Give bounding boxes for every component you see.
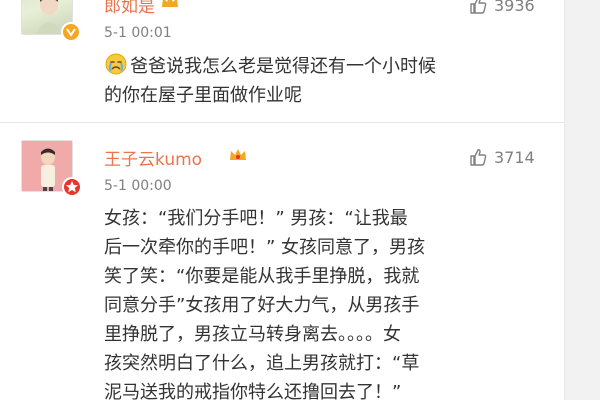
crying-face-icon [105,53,127,75]
comment-text-line: 后一次牵你的手吧！” 女孩同意了，男孩 [104,237,426,258]
like-count: 3714 [494,148,535,167]
like-count: 3936 [494,0,535,15]
comment-text: 女孩：“我们分手吧！” 男孩：“让我最 后一次牵你的手吧！” 女孩同意了，男孩 … [104,204,425,400]
crown-icon [162,0,178,7]
comment-text-line: 孩突然明白了什么，追上男孩就打：“草 [104,353,420,374]
like-button[interactable]: 3936 [468,0,535,15]
user-name[interactable]: 郎如是 [104,0,155,17]
comment-time: 5-1 00:00 [104,178,172,194]
verified-badge-icon [62,177,82,197]
comment-item: 郎如是 3936 5-1 00:01 爸爸说我怎么老是觉得还有一个小时候 的你在… [0,0,564,122]
comment-text-line: 里挣脱了，男孩立马转身离去。。。。女 [104,324,401,345]
crown-icon [230,149,246,160]
user-name[interactable]: 王子云kumo [104,145,202,170]
like-button[interactable]: 3714 [468,147,535,167]
comment-text-line: 的你在屋子里面做作业呢 [104,85,302,106]
comment-time: 5-1 00:01 [104,25,172,41]
comment-text-line: 笑了笑：“你要是能从我手里挣脱，我就 [104,266,420,287]
comment-text-line: 女孩：“我们分手吧！” 男孩：“让我最 [104,208,408,229]
comment-text: 爸爸说我怎么老是觉得还有一个小时候 的你在屋子里面做作业呢 [104,52,436,110]
comment-text-line: 同意分手”女孩用了好大力气，从男孩手 [104,295,420,316]
thumbs-up-icon [470,0,487,14]
comment-item: 王子云kumo 3714 5-1 00:00 女孩：“我们分手吧！” 男孩：“让… [0,123,564,400]
comment-feed: 郎如是 3936 5-1 00:01 爸爸说我怎么老是觉得还有一个小时候 的你在… [0,0,600,400]
comment-text-line: 爸爸说我怎么老是觉得还有一个小时候 [104,52,436,81]
thumbs-up-icon [470,149,487,166]
comment-text-line: 泥马送我的戒指你特么还撸回去了！” [104,382,402,400]
verified-badge-icon [61,22,81,42]
right-scroll-region[interactable] [564,0,600,400]
